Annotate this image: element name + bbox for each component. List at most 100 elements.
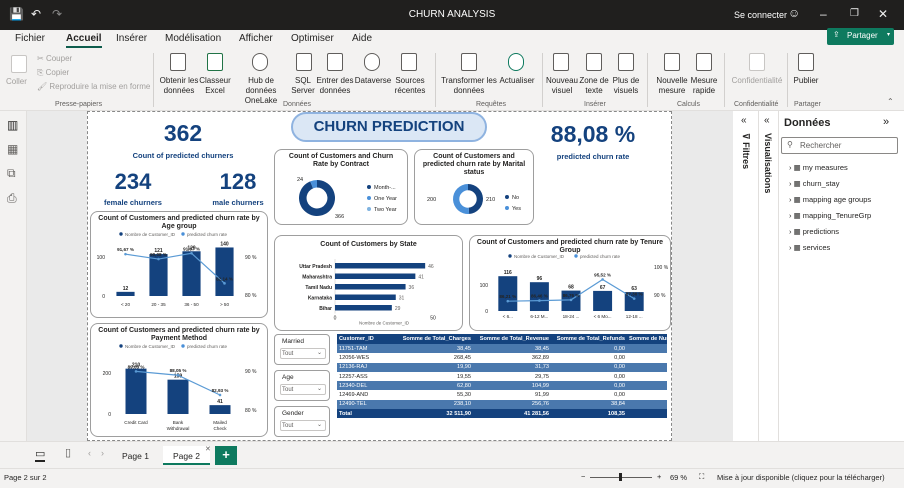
data-field-item[interactable]: › ▦ mapping age groups [789,195,871,204]
restore-icon[interactable]: ❐ [850,8,859,19]
dax-view-icon[interactable]: ⎙ [7,191,17,206]
group-calc: Calculs [677,101,700,108]
table-cell: 0,00 [551,344,627,354]
excel-button[interactable]: Classeur Excel [199,76,231,96]
table-cell: 38,45 [473,344,551,354]
menu-accueil[interactable]: Accueil [66,33,102,48]
age-slicer[interactable]: Age Tout ⌄ [274,370,330,401]
menu-inserer[interactable]: Insérer [116,33,147,44]
enter-data-button[interactable]: Entrer des données [316,76,354,96]
menu-optimiser[interactable]: Optimiser [291,33,334,44]
account-icon[interactable]: ☺ [788,6,800,20]
cut-button[interactable]: ✂ Couper [37,54,72,64]
share-button[interactable]: ⇪ Partager ▾ [827,28,894,45]
filters-tab[interactable]: ⊽ Filtres [741,133,751,169]
visualizations-tab[interactable]: Visualisations [763,133,773,193]
title-bar: 💾 ↶ ↷ CHURN ANALYSIS Se connecter ☺ – ❐ … [0,0,904,30]
rate-data-label: 90,08 % [150,252,167,257]
dataverse-button[interactable]: Dataverse [354,76,392,86]
page-tab-1[interactable]: Page 1 [112,446,159,465]
table-row[interactable]: 12136-RAJ 19,90 31,73 0,00 [337,362,667,372]
col-header[interactable]: Customer_ID [337,334,395,344]
gender-slicer[interactable]: Gender Tout ⌄ [274,406,330,437]
zoom-in-icon[interactable]: + [657,472,661,481]
undo-icon[interactable]: ↶ [31,7,41,21]
data-field-item[interactable]: › ▦ my measures [789,163,848,172]
quick-measure-button[interactable]: Mesure rapide [688,76,720,96]
sql-button[interactable]: SQL Server [290,76,316,96]
col-header[interactable]: Somme de Total_Revenue [473,334,551,344]
mobile-layout-icon[interactable]: ▯ [65,446,71,459]
table-row[interactable]: 11751-TAM 38,45 38,45 0,00 [337,344,667,354]
expand-filters-icon[interactable]: « [741,115,747,126]
more-visuals-button[interactable]: Plus de visuels [609,76,643,96]
table-row[interactable]: 12056-WES 268,45 362,89 0,00 [337,353,667,363]
paste-button[interactable]: Coller [6,77,27,87]
report-view-icon[interactable]: ▥ [7,118,18,132]
menu-fichier[interactable]: Fichier [15,33,45,44]
table-row[interactable]: 12490-TEL 238,10 256,76 38,84 [337,399,667,410]
transform-button[interactable]: Transformer les données [441,76,497,96]
onelake-button[interactable]: Hub de données OneLake [233,76,289,106]
share-icon: ⇪ [833,30,840,39]
minimize-icon[interactable]: – [820,7,827,21]
sensitivity-button[interactable]: Confidentialité [728,76,786,86]
col-header[interactable]: Somme de Number [627,334,667,344]
data-field-item[interactable]: › ▦ services [789,243,830,252]
table-cell: 38,84 [551,399,627,410]
close-icon[interactable]: ✕ [878,7,888,21]
sign-in-link[interactable]: Se connecter [734,10,787,20]
group-sensitivity: Confidentialité [734,101,779,108]
next-page-icon[interactable]: › [101,448,104,458]
table-row[interactable]: 12469-AND 55,30 91,99 0,00 [337,390,667,400]
table-cell: 12056-WES [337,353,395,363]
menu-modelisation[interactable]: Modélisation [165,33,221,44]
textbox-button[interactable]: Zone de texte [578,76,610,96]
table-row[interactable]: 12340-DEL 62,80 104,99 0,00 [337,381,667,391]
filters-pane-collapsed[interactable]: « ⊽ Filtres [733,111,759,441]
data-field-item[interactable]: › ▦ mapping_TenureGrp [789,211,871,220]
update-link[interactable]: Mise à jour disponible (cliquez pour la … [717,473,885,482]
redo-icon[interactable]: ↷ [52,7,62,21]
visualizations-pane-collapsed[interactable]: « Visualisations [759,111,779,441]
col-header[interactable]: Somme de Total_Refunds [551,334,627,344]
page-tab-2[interactable]: Page 2 [163,446,210,465]
data-search-input[interactable]: ⚲ Rechercher [781,137,898,154]
collapse-ribbon-icon[interactable]: ⌃ [887,97,894,106]
expand-visualizations-icon[interactable]: « [764,115,770,126]
table-row[interactable]: 12257-ASS 19,55 29,75 0,00 [337,371,667,382]
data-field-item[interactable]: › ▦ predictions [789,227,839,236]
refresh-button[interactable]: Actualiser [496,76,538,86]
table-view-icon[interactable]: ▦ [7,142,18,156]
collapse-data-pane-icon[interactable]: » [883,116,889,128]
recent-sources-button[interactable]: Sources récentes [391,76,429,96]
app-window: 💾 ↶ ↷ CHURN ANALYSIS Se connecter ☺ – ❐ … [0,0,904,488]
kpi-female-label: female churners [104,198,162,207]
close-tab-icon[interactable]: ✕ [205,445,211,453]
new-visual-button[interactable]: Nouveau visuel [545,76,579,96]
state-bar [335,273,416,279]
x-tick-label: 0 [334,316,337,322]
publish-button[interactable]: Publier [790,76,822,86]
menu-afficher[interactable]: Afficher [239,33,273,44]
rate-point [157,257,160,261]
fit-page-icon[interactable]: ⛶ [699,472,704,482]
model-view-icon[interactable]: ⧉ [7,166,16,181]
add-page-button[interactable]: + [215,446,237,465]
desktop-layout-icon[interactable]: ▭ [35,447,46,462]
zoom-slider-thumb[interactable] [619,473,622,481]
copy-button[interactable]: ⎘ Copier [37,68,69,78]
x-tick-label: > 50 [220,302,230,307]
get-data-button[interactable]: Obtenir les données [159,76,199,96]
married-slicer[interactable]: Married Tout ⌄ [274,334,330,365]
save-icon[interactable]: 💾 [9,7,24,21]
menu-aide[interactable]: Aide [352,33,372,44]
prev-page-icon[interactable]: ‹ [88,448,91,458]
col-header[interactable]: Somme de Total_Charges [395,334,473,344]
x-tick-label: < 6... [503,314,513,319]
format-painter-button[interactable]: 🖌 Reproduire la mise en forme [37,82,150,92]
age-slicer-label: Age [282,374,294,381]
zoom-out-icon[interactable]: − [581,472,585,481]
data-field-item[interactable]: › ▦ churn_stay [789,179,839,188]
new-measure-button[interactable]: Nouvelle mesure [654,76,690,96]
